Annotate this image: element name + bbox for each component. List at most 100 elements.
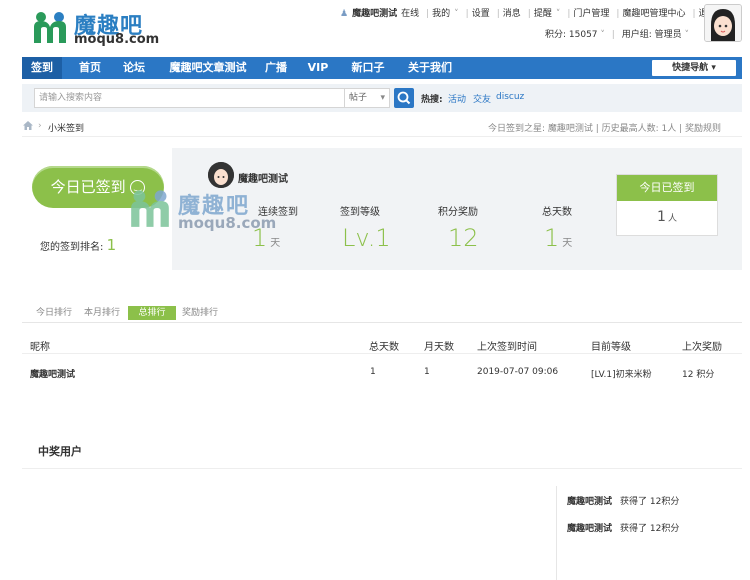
online-status[interactable]: 在线 [401, 9, 419, 19]
watermark-logo-icon [131, 190, 169, 227]
tab-reward-rank[interactable]: 奖励排行 [178, 306, 222, 320]
col-header-last-reward: 上次奖励 [682, 342, 722, 353]
nav-item-vip[interactable]: VIP [300, 57, 336, 79]
link-admin-center[interactable]: 魔趣吧管理中心 [622, 9, 685, 19]
stat-label-points: 积分奖励 [438, 207, 478, 218]
link-reminders[interactable]: 提醒 [534, 9, 552, 19]
avatar-face-icon [705, 5, 741, 41]
sign-rank: 您的签到排名: 1 [40, 236, 116, 254]
stat-number: Lv.1 [342, 224, 391, 252]
topbar-username[interactable]: 魔趣吧测试 [352, 9, 397, 19]
usergroup-link[interactable]: 用户组: 管理员 [622, 30, 682, 40]
user-toolbar: ♟魔趣吧测试在线|我的˅|设置|消息|提醒˅|门户管理|魔趣吧管理中心|退出 [340, 6, 721, 20]
stat-value-points: 12 [448, 224, 479, 252]
today-count-unit: 人 [667, 214, 677, 224]
cell-level: [LV.1]初来米粉 [591, 370, 652, 380]
cell-month-days: 1 [424, 367, 430, 377]
user-avatar[interactable] [208, 162, 234, 188]
stat-value-level: Lv.1 [342, 224, 391, 252]
search-input[interactable]: 请输入搜索内容 [34, 88, 346, 108]
col-header-total-days: 总天数 [369, 342, 399, 353]
nav-item-sign[interactable]: 签到 [22, 57, 62, 79]
user-face-icon [208, 162, 234, 188]
rank-tabs: 今日排行 本月排行 总排行 奖励排行 [22, 304, 742, 323]
winner-text: 获得了 12积分 [620, 497, 680, 507]
nav-item-home[interactable]: 首页 [70, 57, 110, 79]
today-count-number: 1 [657, 209, 666, 225]
cell-total-days: 1 [370, 367, 376, 377]
logo-mark-icon [34, 12, 66, 43]
chevron-down-icon: ˅ [600, 30, 605, 40]
hot-search-label: 热搜: [421, 95, 443, 105]
chevron-down-icon: ˅ [454, 9, 459, 19]
breadcrumb-current[interactable]: 小米签到 [48, 121, 84, 134]
link-settings[interactable]: 设置 [472, 9, 490, 19]
breadcrumb-separator: › [38, 121, 42, 131]
chevron-down-icon: ˅ [555, 9, 561, 19]
avatar[interactable] [704, 4, 742, 42]
stat-value-total-days: 1天 [544, 224, 572, 252]
breadcrumb: › 小米签到 今日签到之星: 魔趣吧测试 | 历史最高人数: 1人 | 奖励规则 [22, 118, 742, 137]
today-signed-count: 1人 [617, 201, 717, 235]
caret-down-icon: ▾ [711, 63, 716, 73]
rank-value: 1 [106, 236, 117, 254]
search-type-value: 帖子 [349, 93, 368, 103]
link-my[interactable]: 我的 [432, 9, 450, 19]
tab-month-rank[interactable]: 本月排行 [80, 306, 124, 320]
col-header-level: 目前等级 [591, 342, 631, 353]
quick-nav-button[interactable]: 快捷导航 ▾ [652, 60, 736, 76]
winner-name[interactable]: 魔趣吧测试 [567, 524, 612, 534]
hot-term-link[interactable]: 交友 [473, 92, 491, 105]
tab-today-rank[interactable]: 今日排行 [32, 306, 76, 320]
nav-item-about[interactable]: 关于我们 [400, 57, 460, 79]
link-messages[interactable]: 消息 [503, 9, 521, 19]
hot-term-link[interactable]: 活动 [448, 92, 466, 105]
winners-title: 中奖用户 [38, 445, 82, 458]
cell-last-reward: 12 积分 [682, 370, 715, 380]
quick-nav-label: 快捷导航 [672, 63, 709, 73]
nav-item-new[interactable]: 新口子 [344, 57, 392, 79]
cell-last-sign: 2019-07-07 09:06 [477, 367, 559, 377]
winner-text: 获得了 12积分 [620, 524, 680, 534]
stat-number: 12 [448, 224, 479, 252]
link-portal-admin[interactable]: 门户管理 [573, 9, 609, 19]
cell-nickname[interactable]: 魔趣吧测试 [30, 367, 75, 380]
stat-unit: 天 [270, 238, 281, 249]
points-link[interactable]: 积分: 15057 [545, 30, 598, 40]
home-icon[interactable] [22, 120, 34, 131]
nav-item-article-test[interactable]: 魔趣吧文章测试 [160, 57, 256, 79]
stat-label-total-days: 总天数 [542, 207, 572, 218]
stat-label-level: 签到等级 [340, 207, 380, 218]
nav-item-broadcast[interactable]: 广播 [258, 57, 294, 79]
main-nav: 签到 首页 论坛 魔趣吧文章测试 广播 VIP 新口子 关于我们 快捷导航 ▾ [22, 57, 742, 79]
tab-total-rank[interactable]: 总排行 [128, 306, 176, 320]
winners-divider [22, 468, 742, 469]
rank-label: 您的签到排名: [40, 242, 104, 253]
search-button[interactable] [394, 88, 414, 108]
col-header-nickname: 昵称 [30, 342, 50, 353]
nav-item-forum[interactable]: 论坛 [114, 57, 154, 79]
watermark-domain: moqu8.com [178, 214, 277, 232]
sign-stats-text: 今日签到之星: 魔趣吧测试 | 历史最高人数: 1人 | 奖励规则 [488, 124, 722, 134]
signed-today-label: 今日已签到 [50, 178, 126, 196]
list-item: 魔趣吧测试 获得了 12积分 [567, 521, 679, 534]
watermark: 魔趣吧 moqu8.com [124, 188, 294, 232]
col-header-last-sign: 上次签到时间 [477, 342, 537, 353]
today-signed-box: 今日已签到 1人 [616, 174, 718, 236]
stat-unit: 天 [562, 238, 573, 249]
chevron-down-icon: ˅ [684, 30, 689, 40]
site-logo[interactable]: 魔趣吧 moqu8.com [32, 6, 172, 47]
table-divider [22, 353, 742, 354]
sign-username[interactable]: 魔趣吧测试 [238, 170, 288, 185]
list-item: 魔趣吧测试 获得了 12积分 [567, 494, 679, 507]
hot-term-link[interactable]: discuz [496, 92, 524, 102]
winners-list: 魔趣吧测试 获得了 12积分 魔趣吧测试 获得了 12积分 [556, 486, 743, 580]
logo-domain: moqu8.com [74, 32, 160, 47]
col-header-month-days: 月天数 [424, 342, 454, 353]
user-meta: 积分: 15057 ˅ | 用户组: 管理员 ˅ [545, 30, 689, 40]
user-icon: ♟ [340, 9, 349, 19]
search-icon [397, 91, 411, 105]
winner-name[interactable]: 魔趣吧测试 [567, 497, 612, 507]
search-bar: 请输入搜索内容 帖子 ▾ 热搜: 活动 交友 discuz [22, 84, 742, 112]
search-type-select[interactable]: 帖子 ▾ [344, 88, 390, 108]
